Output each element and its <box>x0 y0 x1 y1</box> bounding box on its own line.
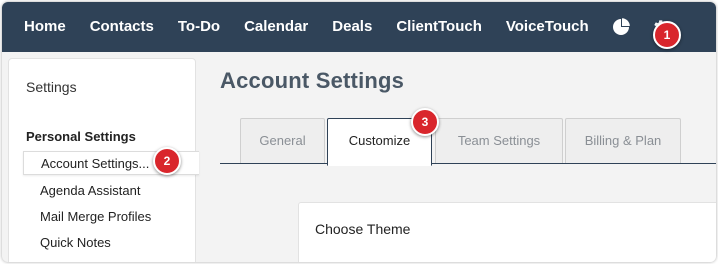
tab-general[interactable]: General <box>240 118 325 164</box>
reports-button[interactable] <box>601 2 641 52</box>
nav-deals[interactable]: Deals <box>320 2 384 52</box>
tab-billing-plan[interactable]: Billing & Plan <box>565 118 681 164</box>
nav-calendar[interactable]: Calendar <box>232 2 320 52</box>
theme-panel: Choose Theme <box>298 202 716 262</box>
sidebar-item-mail-merge-profiles[interactable]: Mail Merge Profiles <box>23 205 199 229</box>
sidebar-section-personal: Personal Settings <box>26 129 136 144</box>
app-window: Home Contacts To-Do Calendar Deals Clien… <box>2 2 716 262</box>
sidebar-item-quick-notes[interactable]: Quick Notes <box>23 231 199 255</box>
top-navbar: Home Contacts To-Do Calendar Deals Clien… <box>2 2 716 52</box>
tab-team-settings[interactable]: Team Settings <box>435 118 563 164</box>
nav-home[interactable]: Home <box>2 2 78 52</box>
callout-badge-2: 2 <box>153 147 181 175</box>
page-title: Account Settings <box>220 68 405 93</box>
tabs-underline <box>220 163 716 164</box>
callout-badge-1: 1 <box>653 21 681 49</box>
nav-contacts[interactable]: Contacts <box>78 2 166 52</box>
sidebar-item-agenda-assistant[interactable]: Agenda Assistant <box>23 179 199 203</box>
nav-voicetouch[interactable]: VoiceTouch <box>494 2 601 52</box>
sidebar-title: Settings <box>26 79 77 95</box>
panel-title: Choose Theme <box>315 221 411 237</box>
nav-clienttouch[interactable]: ClientTouch <box>384 2 494 52</box>
nav-todo[interactable]: To-Do <box>166 2 232 52</box>
pie-chart-icon <box>612 18 630 35</box>
callout-badge-3: 3 <box>411 108 439 136</box>
